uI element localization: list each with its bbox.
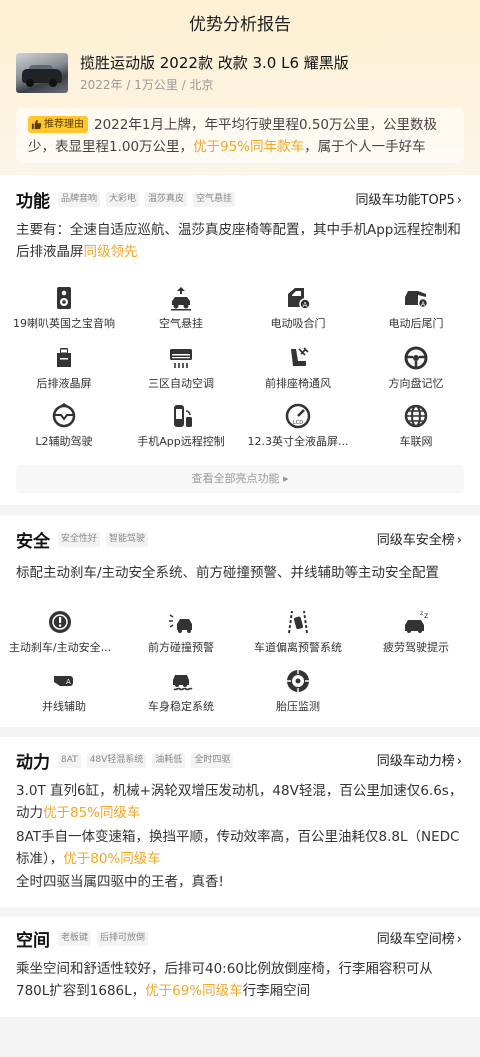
svg-text:LCD: LCD bbox=[293, 420, 303, 426]
feature-item[interactable]: A 电动后尾门 bbox=[360, 285, 472, 331]
assisted-driving-icon bbox=[52, 403, 76, 428]
feature-item[interactable]: 前排座椅通风 bbox=[242, 345, 354, 391]
safety-feature-item[interactable]: 车身稳定系统 bbox=[125, 668, 237, 714]
power-drivetrain-desc: 全时四驱当属四驱中的王者，真香! bbox=[16, 874, 224, 890]
safety-feature-item[interactable]: 主动刹车/主动安全... bbox=[4, 609, 116, 655]
safety-title: 安全 bbox=[16, 532, 50, 552]
function-desc: 主要有：全速自适应巡航、温莎真皮座椅等配置，其中手机App远程控制和后排液晶屏同… bbox=[16, 222, 461, 260]
safety-feature-item[interactable]: 车道偏离预警系统 bbox=[242, 609, 354, 655]
safety-feature-item[interactable]: 前方碰撞预警 bbox=[125, 609, 237, 655]
function-card: 功能 品牌音响 大彩电 温莎真皮 空气悬挂 同级车功能TOP5 › 主要有：全速自… bbox=[0, 175, 480, 505]
power-tag: 全时四驱 bbox=[191, 753, 234, 768]
space-card: 空间 老板键 后排可放倒 同级车空间榜 › 乘坐空间和舒适性较好，后排可40:60… bbox=[0, 917, 480, 1017]
function-tag: 大彩电 bbox=[106, 192, 140, 207]
function-tag: 品牌音响 bbox=[58, 192, 101, 207]
soft-close-door-icon: A bbox=[288, 288, 311, 310]
recommend-highlight: 优于95%同年款车 bbox=[193, 139, 305, 155]
space-rank-link[interactable]: 同级车空间榜 › bbox=[377, 928, 462, 947]
power-tag: 48V轻混系统 bbox=[86, 753, 147, 768]
safety-rank-link[interactable]: 同级车安全榜 › bbox=[377, 529, 462, 548]
page-title: 优势分析报告 bbox=[189, 15, 291, 35]
active-brake-icon bbox=[49, 611, 71, 633]
power-tailgate-icon: A bbox=[405, 291, 429, 309]
chevron-right-icon: › bbox=[456, 193, 462, 208]
collision-warning-icon bbox=[169, 614, 192, 633]
recommend-text: 2022年1月上牌，年平均行驶里程0.50万公里，公里数极少，表显里程1.00万… bbox=[28, 117, 438, 155]
power-transmission-desc: 8AT手自一体变速箱，换挡平顺，传动效率高，百公里油耗仅8.8L（NEDC标准）… bbox=[16, 829, 460, 867]
safety-tag: 智能驾驶 bbox=[106, 532, 149, 547]
safety-tag: 安全性好 bbox=[58, 532, 101, 547]
function-tag: 温莎真皮 bbox=[145, 192, 188, 207]
safety-feature-item[interactable]: zz 疲劳驾驶提示 bbox=[360, 609, 472, 655]
power-card: 动力 8AT 48V轻混系统 油耗低 全时四驱 同级车动力榜 › 3.0T 直列6… bbox=[0, 737, 480, 907]
safety-desc: 标配主动刹车/主动安全系统、前方碰撞预警、并线辅助等主动安全配置 bbox=[16, 565, 440, 581]
power-rank-link[interactable]: 同级车动力榜 › bbox=[377, 750, 462, 769]
recommend-tag: 推荐理由 bbox=[28, 116, 88, 133]
connected-car-icon bbox=[404, 404, 428, 428]
climate-control-icon bbox=[170, 349, 192, 368]
steering-memory-icon bbox=[404, 346, 428, 370]
chevron-right-icon: › bbox=[456, 754, 462, 769]
view-all-features-button[interactable]: 查看全部亮点功能 ▸ bbox=[16, 465, 464, 493]
stability-control-icon bbox=[173, 675, 193, 691]
lcd-dashboard-icon: LCD bbox=[285, 403, 311, 429]
section-divider bbox=[0, 727, 480, 737]
feature-item[interactable]: 19喇叭英国之宝音响 bbox=[8, 285, 120, 331]
air-suspension-icon bbox=[171, 287, 191, 311]
feature-item[interactable]: 后排液晶屏 bbox=[8, 345, 120, 391]
car-name: 揽胜运动版 2022款 改款 3.0 L6 耀黑版 bbox=[80, 54, 349, 72]
power-tag: 8AT bbox=[58, 753, 81, 768]
svg-text:z: z bbox=[420, 610, 423, 617]
seat-ventilation-icon bbox=[291, 347, 309, 366]
power-header: 动力 8AT 48V轻混系统 油耗低 全时四驱 bbox=[16, 748, 239, 773]
space-header: 空间 老板键 后排可放倒 bbox=[16, 926, 154, 951]
blind-spot-icon: A bbox=[54, 676, 73, 686]
space-desc: 乘坐空间和舒适性较好，后排可40:60比例放倒座椅，行李厢容积可从780L扩容到… bbox=[16, 961, 433, 999]
feature-item[interactable]: 方向盘记忆 bbox=[360, 345, 472, 391]
fatigue-alert-icon: zz bbox=[405, 610, 428, 633]
feature-item[interactable]: 三区自动空调 bbox=[125, 345, 237, 391]
svg-text:z: z bbox=[424, 611, 428, 620]
feature-item[interactable]: 车联网 bbox=[360, 403, 472, 449]
safety-feature-item[interactable]: 胎压监测 bbox=[242, 668, 354, 714]
power-tag: 油耗低 bbox=[152, 753, 186, 768]
space-tag: 后排可放倒 bbox=[97, 931, 149, 946]
car-thumbnail[interactable] bbox=[16, 53, 68, 93]
power-engine-desc: 3.0T 直列6缸，机械+涡轮双增压发动机，48V轻混，百公里加速仅6.6s，动… bbox=[16, 783, 463, 821]
rear-screen-icon bbox=[57, 348, 71, 367]
feature-item[interactable]: 空气悬挂 bbox=[125, 285, 237, 331]
car-meta: 2022年 / 1万公里 / 北京 bbox=[80, 78, 214, 92]
remote-app-icon bbox=[174, 405, 192, 427]
function-tag: 空气悬挂 bbox=[193, 192, 236, 207]
feature-item[interactable]: 手机App远程控制 bbox=[125, 403, 237, 449]
safety-feature-item[interactable]: A 并线辅助 bbox=[8, 668, 120, 714]
tire-pressure-icon bbox=[287, 670, 309, 692]
power-title: 动力 bbox=[16, 753, 50, 773]
feature-item[interactable]: LCD 12.3英寸全液晶屏... bbox=[242, 403, 354, 449]
lane-departure-icon bbox=[288, 610, 308, 634]
function-header: 功能 品牌音响 大彩电 温莎真皮 空气悬挂 bbox=[16, 187, 241, 212]
space-tag: 老板键 bbox=[58, 931, 92, 946]
feature-item[interactable]: A 电动吸合门 bbox=[242, 285, 354, 331]
section-divider bbox=[0, 907, 480, 917]
caret-right-icon: ▸ bbox=[282, 472, 289, 485]
chevron-right-icon: › bbox=[456, 932, 462, 947]
safety-header: 安全 安全性好 智能驾驶 bbox=[16, 527, 154, 552]
speaker-icon bbox=[57, 287, 71, 309]
space-title: 空间 bbox=[16, 931, 50, 951]
chevron-right-icon: › bbox=[456, 533, 462, 548]
section-divider bbox=[0, 505, 480, 515]
function-title: 功能 bbox=[16, 192, 50, 212]
feature-item[interactable]: L2辅助驾驶 bbox=[8, 403, 120, 449]
function-rank-link[interactable]: 同级车功能TOP5 › bbox=[356, 189, 463, 208]
svg-text:A: A bbox=[303, 301, 308, 309]
thumbs-up-icon bbox=[31, 119, 42, 130]
svg-text:A: A bbox=[66, 678, 71, 686]
